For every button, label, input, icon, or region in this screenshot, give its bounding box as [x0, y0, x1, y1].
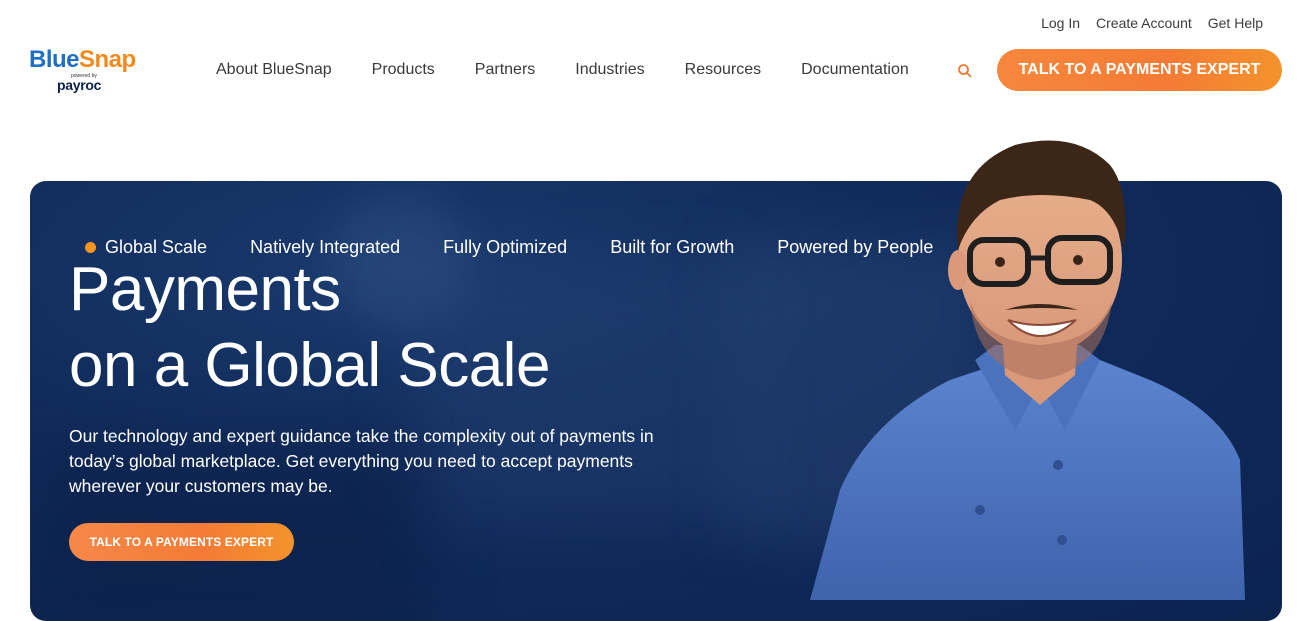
get-help-link[interactable]: Get Help	[1208, 15, 1263, 31]
hero-talk-to-expert-button[interactable]: TALK TO A PAYMENTS EXPERT	[69, 523, 294, 561]
logo-orange-text: Snap	[79, 46, 136, 73]
hero-title-line2: on a Global Scale	[69, 331, 550, 400]
hero-tab-powered-by-people[interactable]: Powered by People	[777, 236, 933, 258]
talk-to-expert-button[interactable]: TALK TO A PAYMENTS EXPERT	[997, 49, 1282, 91]
nav-documentation[interactable]: Documentation	[801, 60, 909, 80]
hero-description: Our technology and expert guidance take …	[69, 426, 654, 496]
login-link[interactable]: Log In	[1041, 15, 1080, 31]
search-icon[interactable]	[957, 63, 973, 79]
logo-payroc: payroc	[57, 77, 102, 93]
logo-blue-text: Blue	[29, 46, 80, 73]
active-dot-icon	[85, 241, 96, 253]
nav-industries[interactable]: Industries	[575, 60, 644, 80]
bluesnap-logo[interactable]: BlueSnap powered by payroc	[29, 46, 141, 94]
logo-wordmark: BlueSnap	[29, 46, 141, 74]
nav-resources[interactable]: Resources	[685, 60, 761, 80]
hero-tab-built-for-growth[interactable]: Built for Growth	[610, 236, 734, 258]
nav-about[interactable]: About BlueSnap	[216, 60, 332, 80]
utility-nav: Log In Create Account Get Help	[1041, 15, 1263, 31]
hero-title: Payments on a Global Scale	[69, 252, 550, 404]
hero-person-image	[810, 140, 1245, 600]
hero-title-line1: Payments	[69, 255, 341, 324]
create-account-link[interactable]: Create Account	[1096, 15, 1192, 31]
main-nav: About BlueSnap Products Partners Industr…	[216, 60, 949, 80]
nav-partners[interactable]: Partners	[475, 60, 535, 80]
nav-products[interactable]: Products	[372, 60, 435, 80]
